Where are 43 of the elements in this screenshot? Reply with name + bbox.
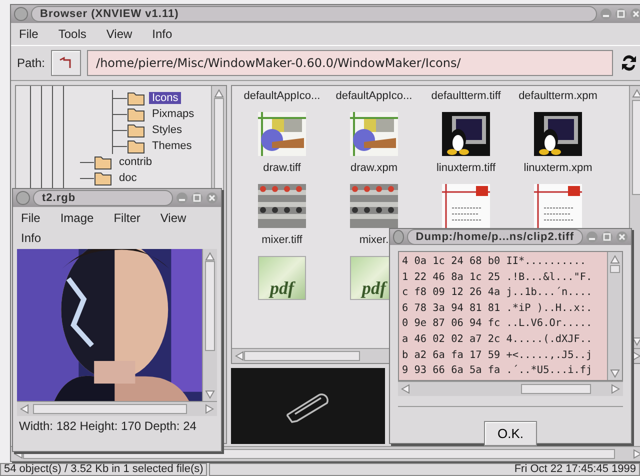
path-field[interactable]: /home/pierre/Misc/WindowMaker-0.60.0/WindowMaker/Icons/: [87, 50, 613, 76]
file-name[interactable]: linuxterm.tiff: [436, 162, 496, 174]
menu-item[interactable]: Info: [152, 27, 172, 41]
file-name[interactable]: defaultAppIco...: [244, 90, 320, 102]
menu-item[interactable]: Tools: [58, 27, 86, 41]
tree-item[interactable]: Styles: [149, 124, 185, 136]
hex-line: 1 22 46 8a 1c 25 .!B...&l..."F.: [402, 270, 594, 285]
window-title: t2.rgb: [33, 190, 173, 206]
file-name[interactable]: mixer.: [359, 234, 389, 246]
file-name[interactable]: draw.xpm: [350, 162, 398, 174]
hex-line: 9 93 66 6a 5a fa .´..*U5...i.fj: [402, 364, 594, 378]
hex-line: 6 78 3a 94 81 81 .*iP )..H..x:.: [402, 302, 594, 316]
file-name[interactable]: linuxterm.xpm: [524, 162, 592, 174]
window-title: Dump:/home/p...ns/clip2.tiff: [406, 229, 583, 245]
file-name[interactable]: defaultAppIco...: [336, 90, 412, 102]
file-name[interactable]: draw.tiff: [263, 162, 301, 174]
menu-item[interactable]: File: [19, 27, 38, 41]
tree-item[interactable]: contrib: [116, 156, 156, 168]
menu-item[interactable]: Info: [21, 231, 42, 245]
menu-item[interactable]: Image: [60, 211, 94, 225]
tree-item[interactable]: doc: [116, 172, 140, 184]
status-clock: Fri Oct 22 17:45:45 1999: [209, 463, 640, 476]
file-name[interactable]: defaultterm.tiff: [431, 90, 501, 102]
hex-line: 0 9e 87 06 94 fc ..L.V6.Or.....: [402, 317, 594, 332]
tree-item[interactable]: Themes: [149, 140, 195, 152]
hex-line: b a2 6a fa 17 59 +<.....,.J5..j: [402, 348, 594, 363]
hex-line: a 46 02 02 a7 2c 4.....(.dXJF..: [402, 332, 594, 347]
tree-item[interactable]: Pixmaps: [149, 108, 198, 120]
hex-line: 4 0a 1c 24 68 b0 II*..........: [402, 255, 588, 269]
file-name[interactable]: mixer.tiff: [262, 234, 302, 246]
hex-line: c f8 09 12 26 4a j..1b...´n....: [402, 286, 594, 300]
pdf-file-icon[interactable]: pdf: [258, 256, 306, 300]
image-info: Width: 182 Height: 170 Depth: 24: [18, 418, 198, 433]
menu-item[interactable]: View: [160, 211, 186, 225]
path-label: Path:: [17, 56, 46, 70]
status-text: 54 object(s) / 3.52 Kb in 1 selected file(s): [0, 463, 208, 476]
tree-item[interactable]: Icons: [149, 92, 182, 104]
menu-item[interactable]: File: [21, 211, 40, 225]
file-name[interactable]: defaultterm.xpm: [518, 90, 598, 102]
menu-item[interactable]: Filter: [114, 211, 140, 225]
menu-item[interactable]: View: [106, 27, 132, 41]
window-title: Browser (XNVIEW v1.11): [31, 6, 597, 22]
ok-button[interactable]: O.K.: [484, 421, 536, 446]
